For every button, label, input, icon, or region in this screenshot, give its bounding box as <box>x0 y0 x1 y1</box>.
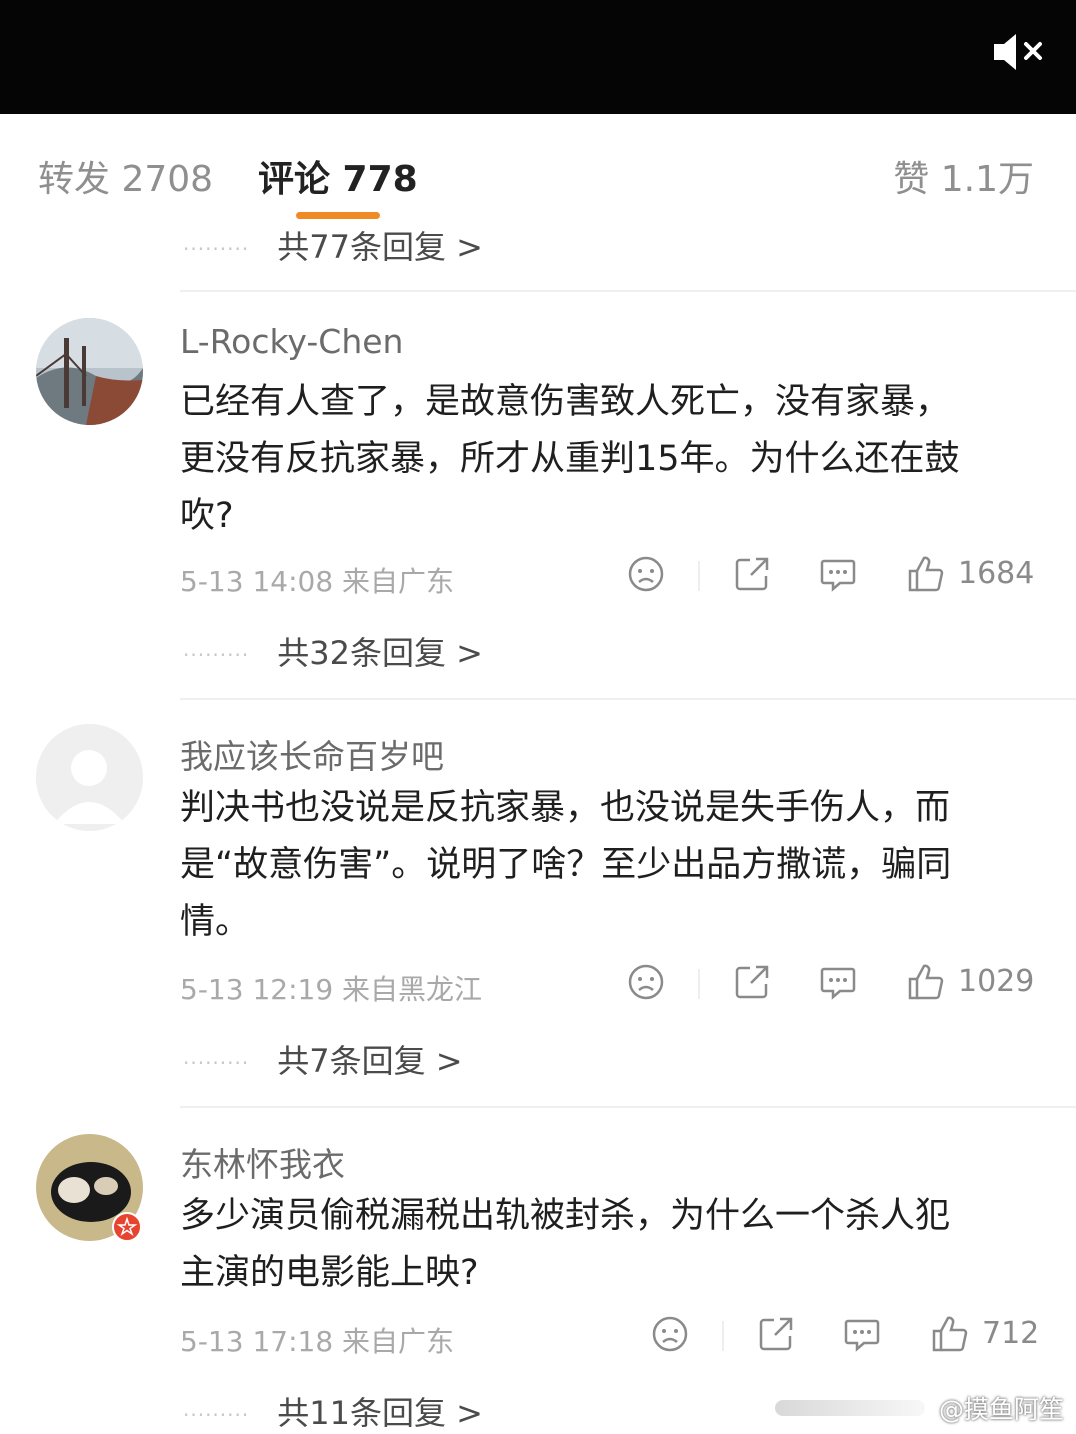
thumbs-up-icon[interactable] <box>906 962 946 1002</box>
like-count: 712 <box>982 1316 1040 1351</box>
action-separator <box>722 1321 724 1351</box>
share-icon[interactable] <box>732 962 772 1002</box>
watermark: @摸鱼阿笙 <box>938 1395 1064 1424</box>
comment-meta: 5-13 12:19 来自黑龙江 <box>180 973 483 1006</box>
reply-count-label: 共32条回复 > <box>277 634 483 672</box>
comment-text: 判决书也没说是反抗家暴，也没说是失手伤人，而 是“故意伤害”。说明了啥？至少出品… <box>180 780 1040 951</box>
reply-count-link[interactable]: ········· 共7条回复 > <box>183 1036 463 1082</box>
comment-actions: 1684 <box>626 554 1038 598</box>
reply-count-label: 共11条回复 > <box>277 1394 483 1432</box>
divider <box>180 698 1076 700</box>
like-count: 1684 <box>958 556 1035 591</box>
comment-text-line: 多少演员偷税漏税出轨被封杀，为什么一个杀人犯 <box>180 1196 951 1236</box>
comment-meta: 5-13 17:18 来自广东 <box>180 1325 455 1358</box>
reply-count-link[interactable]: ········· 共32条回复 > <box>183 628 483 674</box>
comment-icon[interactable] <box>842 1314 882 1354</box>
comment-text-line: 更没有反抗家暴，所才从重判15年。为什么还在鼓 <box>180 439 960 479</box>
avatar[interactable] <box>36 724 143 831</box>
comment-text-line: 情。 <box>180 902 251 942</box>
comment-text-line: 吹? <box>180 496 234 536</box>
verified-badge-icon <box>112 1212 142 1242</box>
divider <box>180 290 1076 292</box>
divider <box>180 1106 1076 1108</box>
like-count: 1029 <box>958 964 1035 999</box>
tab-comments[interactable]: 评论 778 <box>258 150 418 202</box>
reply-count-link[interactable]: ········· 共11条回复 > <box>183 1388 483 1434</box>
comment-meta: 5-13 14:08 来自广东 <box>180 565 455 598</box>
comment-username[interactable]: 我应该长命百岁吧 <box>180 730 444 778</box>
thread-dots: ········· <box>183 1051 250 1075</box>
share-icon[interactable] <box>756 1314 796 1354</box>
thumbs-up-icon[interactable] <box>906 554 946 594</box>
comment-text: 多少演员偷税漏税出轨被封杀，为什么一个杀人犯 主演的电影能上映? <box>180 1188 1040 1302</box>
tab-bar: 转发 2708 评论 778 赞 1.1万 <box>0 114 1076 228</box>
reply-count-link[interactable]: ········· 共77条回复 > <box>183 222 483 268</box>
comment-text-line: 已经有人查了，是故意伤害致人死亡，没有家暴， <box>180 382 951 422</box>
comment-username[interactable]: 东林怀我衣 <box>180 1138 345 1186</box>
comment-icon[interactable] <box>818 554 858 594</box>
watermark-smudge <box>775 1400 925 1416</box>
tab-repost[interactable]: 转发 2708 <box>38 150 213 202</box>
avatar[interactable] <box>36 318 143 425</box>
dislike-face-icon[interactable] <box>626 554 666 594</box>
action-separator <box>698 969 700 999</box>
thread-dots: ········· <box>183 237 250 261</box>
video-top-bar <box>0 0 1076 114</box>
dislike-face-icon[interactable] <box>626 962 666 1002</box>
mute-icon[interactable] <box>990 30 1048 74</box>
active-tab-indicator <box>296 212 380 219</box>
comment-actions: 712 <box>650 1314 1040 1358</box>
reply-count-label: 共77条回复 > <box>277 228 483 266</box>
comment-text-line: 判决书也没说是反抗家暴，也没说是失手伤人，而 <box>180 788 951 828</box>
comment-actions: 1029 <box>626 962 1038 1006</box>
comment-icon[interactable] <box>818 962 858 1002</box>
tab-likes[interactable]: 赞 1.1万 <box>893 150 1034 202</box>
reply-count-label: 共7条回复 > <box>277 1042 463 1080</box>
action-separator <box>698 561 700 591</box>
dislike-face-icon[interactable] <box>650 1314 690 1354</box>
comment-text-line: 是“故意伤害”。说明了啥？至少出品方撒谎，骗同 <box>180 845 952 885</box>
comment-text: 已经有人查了，是故意伤害致人死亡，没有家暴， 更没有反抗家暴，所才从重判15年。… <box>180 374 1040 545</box>
thread-dots: ········· <box>183 643 250 667</box>
comment-text-line: 主演的电影能上映? <box>180 1253 479 1293</box>
avatar[interactable] <box>36 1134 143 1242</box>
comment-username[interactable]: L-Rocky-Chen <box>180 322 403 361</box>
share-icon[interactable] <box>732 554 772 594</box>
thread-dots: ········· <box>183 1403 250 1427</box>
thumbs-up-icon[interactable] <box>930 1314 970 1354</box>
